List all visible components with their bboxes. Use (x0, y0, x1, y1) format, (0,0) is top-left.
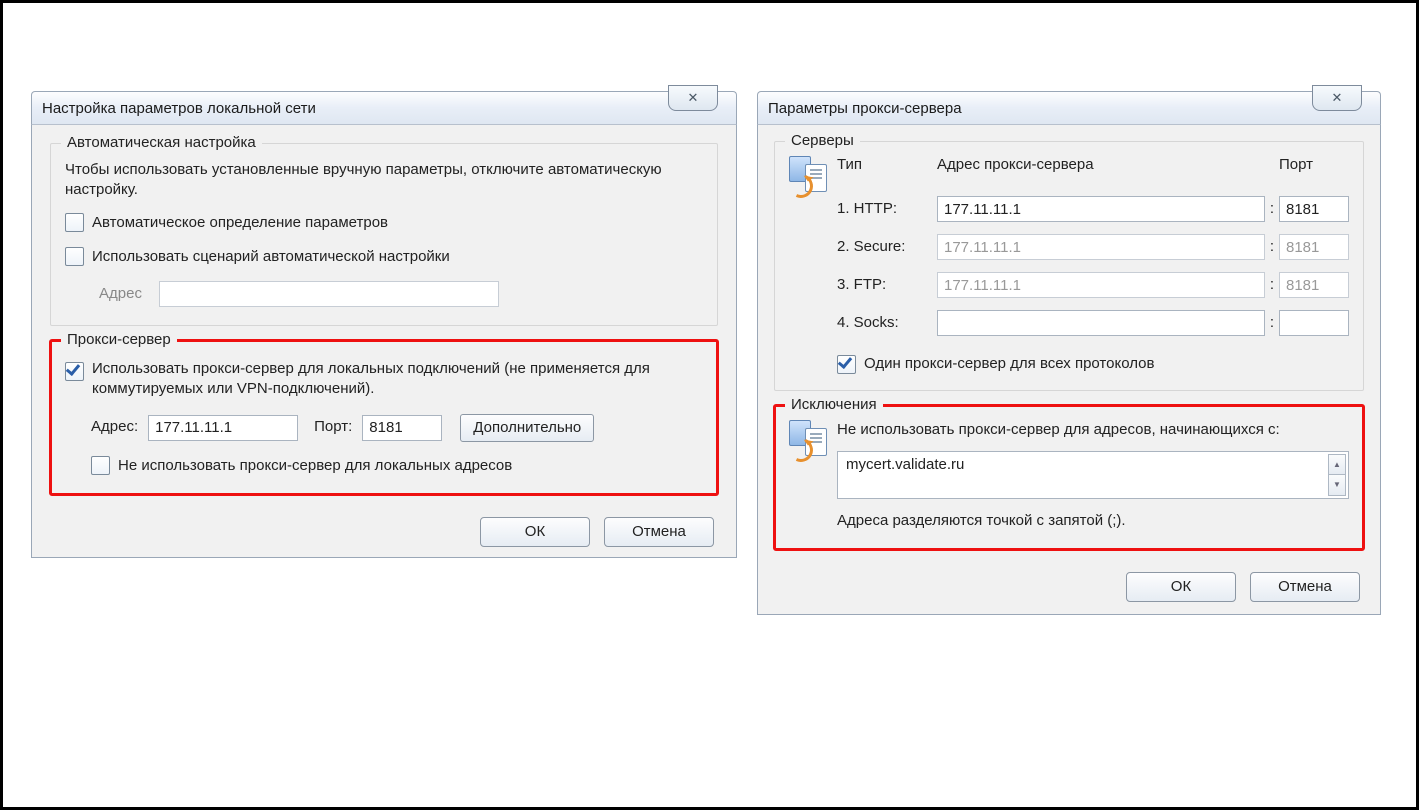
use-proxy-checkbox[interactable] (65, 362, 84, 381)
colon-separator: : (1265, 275, 1279, 295)
server-icon (789, 156, 827, 196)
server-icon (789, 420, 827, 460)
exceptions-group: Исключения Не использовать прокси-сервер… (774, 405, 1364, 550)
auto-detect-checkbox[interactable] (65, 213, 84, 232)
servers-legend: Серверы (785, 132, 860, 149)
proxy-advanced-window: Параметры прокси-сервера ✕ Серверы Тип (757, 91, 1381, 615)
lan-title: Настройка параметров локальной сети (42, 100, 316, 117)
same-proxy-checkbox[interactable] (837, 355, 856, 374)
auto-config-group: Автоматическая настройка Чтобы использов… (50, 143, 718, 326)
server-port-input[interactable] (1279, 310, 1349, 336)
lan-settings-window: Настройка параметров локальной сети ✕ Ав… (31, 91, 737, 558)
adv-titlebar: Параметры прокси-сервера ✕ (757, 91, 1381, 125)
ok-button[interactable]: ОК (480, 517, 590, 547)
use-proxy-label: Использовать прокси-сервер для локальных… (92, 359, 703, 400)
ok-button[interactable]: ОК (1126, 572, 1236, 602)
auto-detect-label: Автоматическое определение параметров (92, 213, 388, 233)
close-icon: ✕ (688, 90, 699, 106)
exceptions-textarea[interactable]: mycert.validate.ru ▲ ▼ (837, 451, 1349, 499)
use-script-checkbox[interactable] (65, 247, 84, 266)
proxy-legend: Прокси-сервер (61, 331, 177, 348)
server-row-label: 2. Secure: (837, 237, 937, 257)
same-proxy-label: Один прокси-сервер для всех протоколов (864, 354, 1154, 374)
server-port-input[interactable]: 8181 (1279, 196, 1349, 222)
col-port-header: Порт (1279, 156, 1349, 173)
advanced-button[interactable]: Дополнительно (460, 414, 594, 442)
script-address-input (159, 281, 499, 307)
close-button[interactable]: ✕ (668, 85, 718, 111)
scroll-up-icon[interactable]: ▲ (1328, 454, 1346, 475)
close-icon: ✕ (1332, 90, 1343, 106)
exceptions-note: Не использовать прокси-сервер для адресо… (837, 420, 1349, 440)
colon-separator: : (1265, 199, 1279, 219)
use-script-label: Использовать сценарий автоматической нас… (92, 247, 450, 267)
server-address-input[interactable] (937, 310, 1265, 336)
exceptions-hint: Адреса разделяются точкой с запятой (;). (837, 511, 1349, 531)
proxy-port-label: Порт: (314, 417, 352, 437)
adv-title: Параметры прокси-сервера (768, 100, 962, 117)
server-address-input[interactable]: 177.11.11.1 (937, 196, 1265, 222)
col-addr-header: Адрес прокси-сервера (937, 156, 1265, 173)
server-address-input: 177.11.11.1 (937, 234, 1265, 260)
scroll-down-icon[interactable]: ▼ (1328, 474, 1346, 496)
lan-titlebar: Настройка параметров локальной сети ✕ (31, 91, 737, 125)
auto-config-legend: Автоматическая настройка (61, 134, 262, 151)
proxy-group: Прокси-сервер Использовать прокси-сервер… (50, 340, 718, 495)
bypass-local-checkbox[interactable] (91, 456, 110, 475)
cancel-button[interactable]: Отмена (604, 517, 714, 547)
colon-separator: : (1265, 313, 1279, 333)
proxy-address-input[interactable]: 177.11.11.1 (148, 415, 298, 441)
server-port-input: 8181 (1279, 234, 1349, 260)
exceptions-value: mycert.validate.ru (846, 456, 964, 473)
proxy-address-label: Адрес: (91, 417, 138, 437)
textarea-scroll[interactable]: ▲ ▼ (1328, 454, 1346, 496)
server-address-input: 177.11.11.1 (937, 272, 1265, 298)
auto-config-note: Чтобы использовать установленные вручную… (65, 160, 703, 201)
server-row-label: 1. HTTP: (837, 199, 937, 219)
server-row-label: 4. Socks: (837, 313, 937, 333)
script-address-label: Адрес (99, 284, 159, 304)
exceptions-legend: Исключения (785, 396, 883, 413)
server-rows: 1. HTTP:177.11.11.1:81812. Secure:177.11… (837, 196, 1349, 336)
servers-group: Серверы Тип Адрес прокси-сервера Порт (774, 141, 1364, 391)
close-button[interactable]: ✕ (1312, 85, 1362, 111)
cancel-button[interactable]: Отмена (1250, 572, 1360, 602)
server-row-label: 3. FTP: (837, 275, 937, 295)
server-port-input: 8181 (1279, 272, 1349, 298)
bypass-local-label: Не использовать прокси-сервер для локаль… (118, 456, 512, 476)
proxy-port-input[interactable]: 8181 (362, 415, 442, 441)
col-type-header: Тип (837, 156, 937, 173)
colon-separator: : (1265, 237, 1279, 257)
